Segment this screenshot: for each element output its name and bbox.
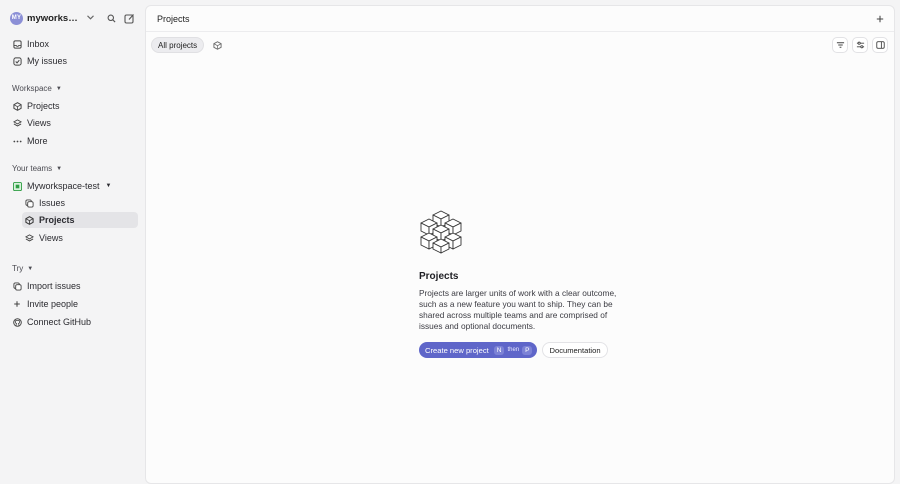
sidebar-item-label: Inbox xyxy=(27,39,50,49)
filter-icon[interactable] xyxy=(832,37,848,53)
shortcut-then: then xyxy=(507,347,520,353)
sidebar-item-import-issues[interactable]: Import issues xyxy=(12,278,138,294)
button-label: Create new project xyxy=(425,345,489,355)
create-new-project-button[interactable]: Create new project N then P xyxy=(419,342,538,358)
sidebar-item-issues[interactable]: Issues xyxy=(24,195,138,211)
plus-icon xyxy=(12,299,22,309)
cubes-illustration-icon xyxy=(419,210,629,257)
sidebar-item-label: Views xyxy=(39,233,63,243)
sidebar-item-projects[interactable]: Projects xyxy=(12,98,138,114)
sidebar: MY myworkspace-test Inbox My issues Work… xyxy=(0,0,145,484)
shortcut-key-p: P xyxy=(522,345,533,355)
chevron-down-icon xyxy=(87,14,94,22)
section-label: Your teams xyxy=(12,164,53,173)
sidebar-item-my-issues[interactable]: My issues xyxy=(12,53,138,69)
sidebar-item-label: More xyxy=(27,136,48,146)
sidebar-item-label: Myworkspace-test xyxy=(27,181,100,191)
sidebar-item-team-projects[interactable]: Projects xyxy=(22,212,138,228)
page-title: Projects xyxy=(157,14,190,24)
section-label: Try xyxy=(12,264,24,273)
caret-down-icon: ▼ xyxy=(27,265,34,272)
tab-all-projects[interactable]: All projects xyxy=(151,37,205,53)
sidebar-item-label: Views xyxy=(27,118,51,128)
view-tabs: All projects xyxy=(151,37,222,53)
workspace-name: myworkspace-test xyxy=(27,12,81,24)
workspace-avatar: MY xyxy=(10,11,23,25)
display-options-icon[interactable] xyxy=(852,37,868,53)
import-icon xyxy=(12,281,22,291)
section-try[interactable]: Try ▼ xyxy=(12,264,33,273)
section-label: Workspace xyxy=(12,84,52,93)
sidebar-item-label: Invite people xyxy=(27,299,79,309)
toolbar xyxy=(828,37,888,53)
views-icon xyxy=(24,233,34,243)
sidebar-toggle-icon[interactable] xyxy=(872,37,888,53)
shortcut-key-n: N xyxy=(493,345,505,355)
sidebar-item-label: Projects xyxy=(27,101,60,111)
empty-state-actions: Create new project N then P Documentatio… xyxy=(419,342,629,358)
sidebar-item-invite-people[interactable]: Invite people xyxy=(12,296,138,312)
sidebar-item-team-views[interactable]: Views xyxy=(24,230,138,246)
sidebar-item-inbox[interactable]: Inbox xyxy=(12,36,138,52)
sidebar-item-label: Import issues xyxy=(27,281,81,291)
caret-down-icon: ▼ xyxy=(105,183,112,189)
my-issues-icon xyxy=(12,56,22,66)
search-icon[interactable] xyxy=(104,11,118,25)
caret-down-icon: ▼ xyxy=(56,165,63,172)
empty-state-title: Projects xyxy=(419,271,459,282)
sidebar-item-label: My issues xyxy=(27,56,68,66)
caret-down-icon: ▼ xyxy=(55,85,62,92)
inbox-icon xyxy=(12,39,22,49)
issues-icon xyxy=(24,198,34,208)
sidebar-item-team[interactable]: Myworkspace-test ▼ xyxy=(12,178,138,194)
section-workspace[interactable]: Workspace ▼ xyxy=(12,84,62,93)
projects-icon xyxy=(12,101,22,111)
sidebar-item-label: Projects xyxy=(39,215,75,225)
add-project-icon[interactable] xyxy=(874,13,886,25)
project-view-icon[interactable] xyxy=(212,40,222,50)
main-panel: Projects All projects Projects Projects … xyxy=(145,5,895,484)
sidebar-item-label: Issues xyxy=(39,198,66,208)
sidebar-item-views[interactable]: Views xyxy=(12,115,138,131)
sidebar-item-more[interactable]: More xyxy=(12,133,138,149)
empty-state: Projects Projects are larger units of wo… xyxy=(419,210,629,358)
sidebar-item-label: Connect GitHub xyxy=(27,317,92,327)
projects-icon xyxy=(24,215,34,225)
more-icon xyxy=(12,136,22,146)
documentation-button[interactable]: Documentation xyxy=(542,342,608,358)
empty-state-description: Projects are larger units of work with a… xyxy=(419,288,617,331)
sidebar-item-connect-github[interactable]: Connect GitHub xyxy=(12,314,138,330)
main-header: Projects xyxy=(146,6,894,32)
new-issue-icon[interactable] xyxy=(122,11,136,25)
team-icon xyxy=(12,181,22,191)
github-icon xyxy=(12,317,22,327)
views-icon xyxy=(12,118,22,128)
section-your-teams[interactable]: Your teams ▼ xyxy=(12,164,62,173)
workspace-switcher[interactable]: MY myworkspace-test xyxy=(10,10,140,26)
